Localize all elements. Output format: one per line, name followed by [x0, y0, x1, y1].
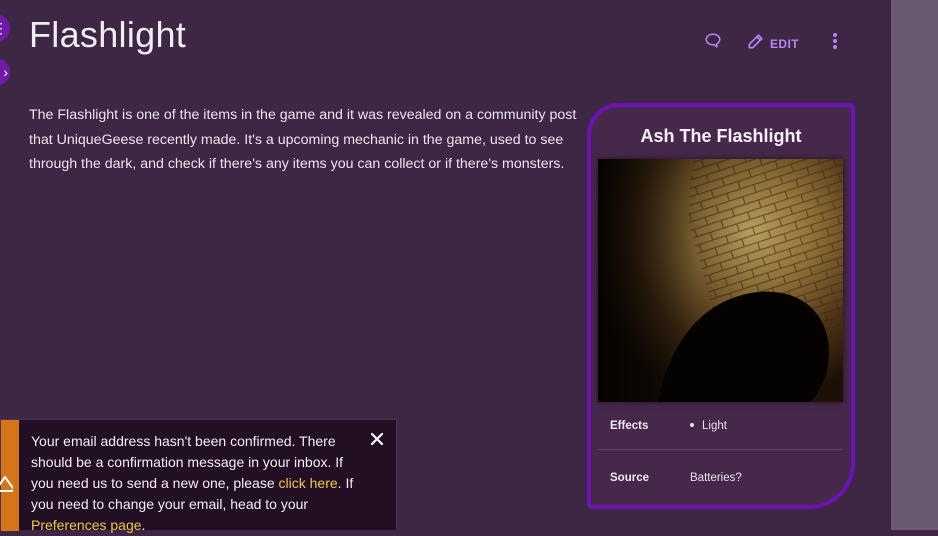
infobox-row-source: Source Batteries? [598, 450, 843, 500]
more-vertical-icon [828, 32, 842, 55]
notice-text-part: . [141, 517, 146, 533]
notice-text: Your email address hasn't been confirmed… [31, 431, 361, 536]
edit-label: EDIT [770, 36, 799, 51]
infobox-value-text: Light [702, 420, 727, 432]
comment-icon [704, 32, 722, 55]
warning-icon [0, 475, 17, 497]
side-tool-bottom-icon[interactable]: › [0, 58, 10, 86]
page-title: Flashlight [29, 14, 187, 55]
side-tool-top-icon[interactable]: ⋮ [0, 14, 10, 42]
infobox-label: Source [610, 472, 649, 484]
infobox: Ash The Flashlight Effects Light Source … [587, 103, 855, 509]
edit-button[interactable]: EDIT [746, 31, 799, 56]
close-notice-button[interactable] [369, 431, 385, 447]
infobox-image[interactable] [598, 159, 843, 402]
infobox-label: Effects [610, 420, 649, 432]
infobox-value: Batteries? [690, 472, 742, 484]
comment-button[interactable] [704, 32, 722, 55]
email-notice: Your email address hasn't been confirmed… [0, 419, 397, 533]
bullet-icon [690, 422, 694, 427]
infobox-value: Light [690, 420, 727, 432]
infobox-title: Ash The Flashlight [640, 126, 802, 146]
content-area: ⋮ › Flashlight EDIT The Flashlight is on… [0, 0, 891, 533]
click-here-link[interactable]: click here [279, 475, 338, 491]
pencil-icon [746, 31, 766, 56]
close-icon [369, 432, 385, 451]
right-rail [891, 0, 938, 530]
article-body: The Flashlight is one of the items in th… [29, 107, 577, 172]
preferences-page-link[interactable]: Preferences page [31, 517, 142, 533]
more-options-button[interactable] [828, 32, 842, 55]
notice-stripe [0, 420, 19, 531]
infobox-row-effects: Effects Light [598, 403, 843, 450]
